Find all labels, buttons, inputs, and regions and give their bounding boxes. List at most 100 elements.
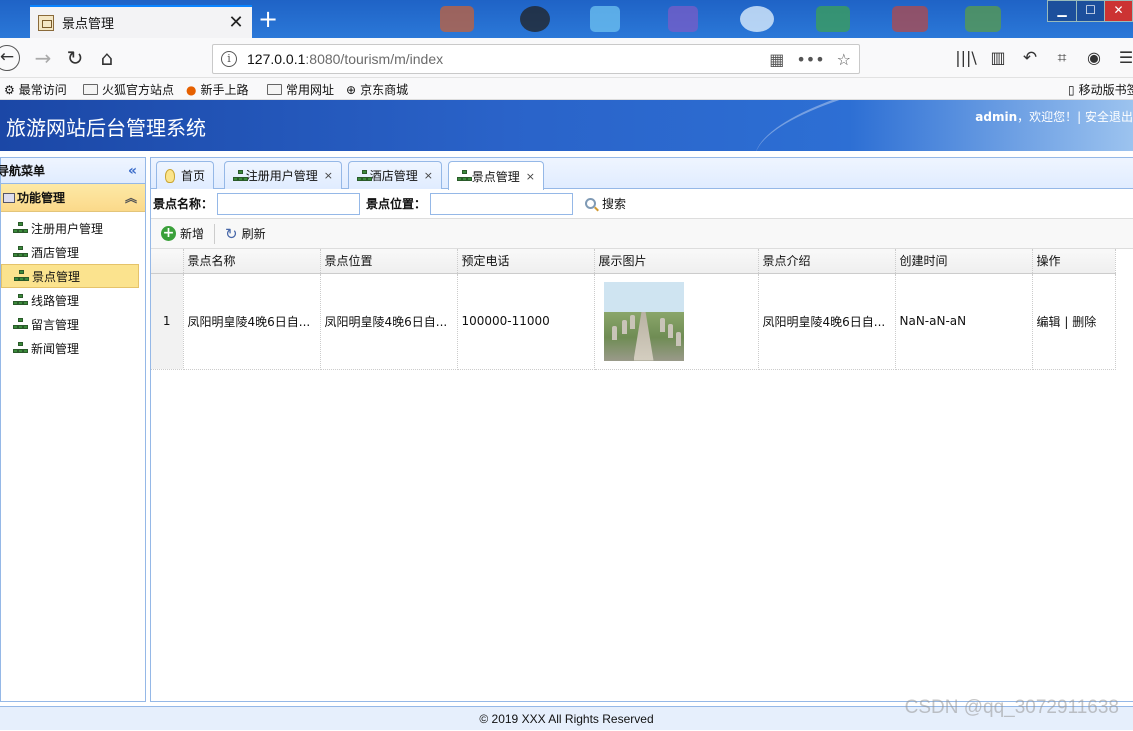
taskbar-thumbnail — [892, 6, 928, 32]
section-title: 功能管理 — [17, 190, 66, 205]
bookmark-firefox-official[interactable]: 火狐官方站点 — [83, 81, 174, 98]
sidebar: 导航菜单 « 功能管理 ︽ 注册用户管理 酒店管理 景点管理 线路管理 留言管理新闻管理 — [0, 157, 146, 702]
minimize-icon[interactable]: ▁ — [1048, 1, 1076, 21]
add-icon: + — [161, 225, 176, 241]
spot-location-input[interactable] — [430, 192, 574, 215]
browser-tab-active[interactable]: 景点管理 ✕ — [30, 5, 252, 38]
sidebar-item-1[interactable]: 酒店管理 — [1, 240, 145, 264]
taskbar-thumbnail — [520, 6, 550, 32]
spot-thumbnail-image[interactable] — [603, 281, 684, 361]
close-tab-icon[interactable]: × — [526, 170, 535, 183]
close-tab-icon[interactable]: ✕ — [228, 12, 244, 33]
home-icon[interactable]: ⌂ — [96, 46, 118, 70]
sidebar-section[interactable]: 功能管理 ︽ — [1, 184, 145, 212]
gear-icon: ⚙ — [4, 82, 15, 97]
account-icon[interactable]: ◉ — [1083, 46, 1105, 70]
tab-home[interactable]: 首页 — [156, 161, 214, 189]
sidebar-item-5[interactable]: 新闻管理 — [1, 336, 145, 360]
welcome-logout-link[interactable]: ，欢迎您！| 安全退出 — [1017, 110, 1133, 124]
search-button[interactable]: 搜索 — [585, 195, 626, 212]
taskbar-thumbnail — [668, 6, 698, 32]
new-tab-button[interactable]: + — [258, 7, 278, 31]
tab-registered-users[interactable]: 注册用户管理 × — [224, 161, 342, 189]
bookmark-jd[interactable]: ⊕ 京东商城 — [346, 81, 408, 98]
screenshot-crop-icon[interactable]: ⌗ — [1051, 46, 1073, 70]
username: admin — [975, 110, 1018, 124]
taskbar-thumbnail — [440, 6, 474, 32]
collapse-up-icon[interactable]: ︽ — [125, 184, 137, 212]
table-row[interactable]: 1 凤阳明皇陵4晚6日自... 凤阳明皇陵4晚6日自... 100000-110… — [151, 273, 1116, 370]
search-bar: 景点名称： 景点位置： 搜索 — [151, 189, 1133, 219]
page-favicon-icon — [38, 14, 54, 31]
site-info-icon[interactable]: i — [221, 51, 237, 67]
sidebar-toggle-icon[interactable]: ▥ — [987, 46, 1009, 70]
tab-scenic-spots[interactable]: 景点管理 × — [448, 161, 544, 190]
back-icon[interactable]: ← — [0, 45, 20, 71]
tree-icon — [14, 270, 30, 282]
tree-icon — [13, 318, 29, 330]
bookmark-common-sites[interactable]: 常用网址 — [267, 81, 334, 98]
sidebar-item-2[interactable]: 景点管理 — [1, 264, 139, 288]
tree-icon — [13, 222, 29, 234]
refresh-button[interactable]: ↻ 刷新 — [225, 225, 266, 243]
undo-icon[interactable]: ↶ — [1019, 46, 1041, 70]
app-title: 旅游网站后台管理系统 — [6, 116, 206, 140]
window-close-icon[interactable]: ✕ — [1104, 1, 1132, 21]
menu-icon[interactable]: ☰ — [1115, 46, 1133, 70]
column-header[interactable]: 操作 — [1032, 249, 1116, 274]
spot-name-cell: 凤阳明皇陵4晚6日自... — [183, 273, 321, 370]
bookmark-star-icon[interactable]: ☆ — [837, 50, 851, 69]
forward-icon[interactable]: → — [32, 46, 54, 70]
column-header[interactable]: 景点介绍 — [758, 249, 896, 274]
column-header[interactable]: 景点位置 — [320, 249, 458, 274]
column-header[interactable]: 创建时间 — [895, 249, 1033, 274]
row-number: 1 — [151, 273, 184, 370]
bookmark-most-visited[interactable]: ⚙ 最常访问 — [4, 81, 67, 98]
page-actions-icon[interactable]: ••• — [796, 50, 824, 69]
column-header[interactable]: 景点名称 — [183, 249, 321, 274]
close-tab-icon[interactable]: × — [424, 169, 433, 182]
edit-link[interactable]: 编辑 — [1037, 315, 1061, 329]
bookmark-mobile[interactable]: ▯ 移动版书签 — [1068, 81, 1133, 98]
close-tab-icon[interactable]: × — [324, 169, 333, 182]
library-icon[interactable]: |||\ — [955, 46, 977, 70]
main-panel: 首页 注册用户管理 × 酒店管理 × 景点管理 × 景点名称： 景点位置： 搜索 + 新… — [150, 157, 1133, 702]
url-text: 127.0.0.1:8080/tourism/m/index — [247, 51, 444, 67]
sidebar-header: 导航菜单 « — [0, 158, 145, 184]
bookmark-getting-started[interactable]: ● 新手上路 — [186, 81, 249, 98]
column-header[interactable]: 预定电话 — [457, 249, 595, 274]
bookmarks-toolbar: ⚙ 最常访问 火狐官方站点 ● 新手上路 常用网址 ⊕ 京东商城 ▯ 移动版书签 — [0, 78, 1133, 100]
sidebar-item-3[interactable]: 线路管理 — [1, 288, 145, 312]
address-bar[interactable]: i 127.0.0.1:8080/tourism/m/index ▦ ••• ☆ — [212, 44, 860, 74]
grid-toolbar: + 新增 ↻ 刷新 — [151, 219, 1133, 249]
reload-icon[interactable]: ↻ — [64, 46, 86, 70]
maximize-icon[interactable]: ☐ — [1076, 1, 1104, 21]
taskbar-thumbnail — [590, 6, 620, 32]
browser-tab-title: 景点管理 — [62, 17, 115, 32]
tree-icon — [457, 170, 472, 182]
qr-code-icon[interactable]: ▦ — [769, 50, 784, 69]
folder-icon — [267, 84, 282, 95]
spot-name-input[interactable] — [217, 192, 361, 215]
actions-cell: 编辑 | 删除 — [1032, 273, 1116, 370]
globe-icon: ⊕ — [346, 82, 357, 97]
tree-icon — [13, 342, 29, 354]
spot-location-cell: 凤阳明皇陵4晚6日自... — [320, 273, 458, 370]
spot-location-label: 景点位置： — [366, 197, 427, 211]
data-grid: 景点名称 景点位置 预定电话 展示图片 景点介绍 创建时间 操作 1 凤阳明皇陵… — [151, 249, 1133, 370]
app-header: 旅游网站后台管理系统 admin，欢迎您！| 安全退出 — [0, 100, 1133, 151]
sidebar-item-0[interactable]: 注册用户管理 — [1, 216, 145, 240]
mobile-icon: ▯ — [1068, 82, 1075, 97]
collapse-double-left-icon[interactable]: « — [128, 158, 137, 184]
browser-navbar: ← → ↻ ⌂ i 127.0.0.1:8080/tourism/m/index… — [0, 38, 1133, 78]
folder-icon — [83, 84, 98, 95]
browser-tabstrip: 景点管理 ✕ + ▁ ☐ ✕ — [0, 0, 1133, 38]
tab-hotels[interactable]: 酒店管理 × — [348, 161, 442, 189]
column-header[interactable]: 展示图片 — [594, 249, 759, 274]
sidebar-item-label: 新闻管理 — [31, 341, 80, 356]
watermark: CSDN @qq_3072911638 — [904, 697, 1119, 718]
sidebar-menu: 注册用户管理 酒店管理 景点管理 线路管理 留言管理新闻管理 — [1, 212, 145, 360]
delete-link[interactable]: 删除 — [1072, 315, 1096, 329]
add-button[interactable]: + 新增 — [161, 225, 204, 242]
sidebar-item-4[interactable]: 留言管理 — [1, 312, 145, 336]
